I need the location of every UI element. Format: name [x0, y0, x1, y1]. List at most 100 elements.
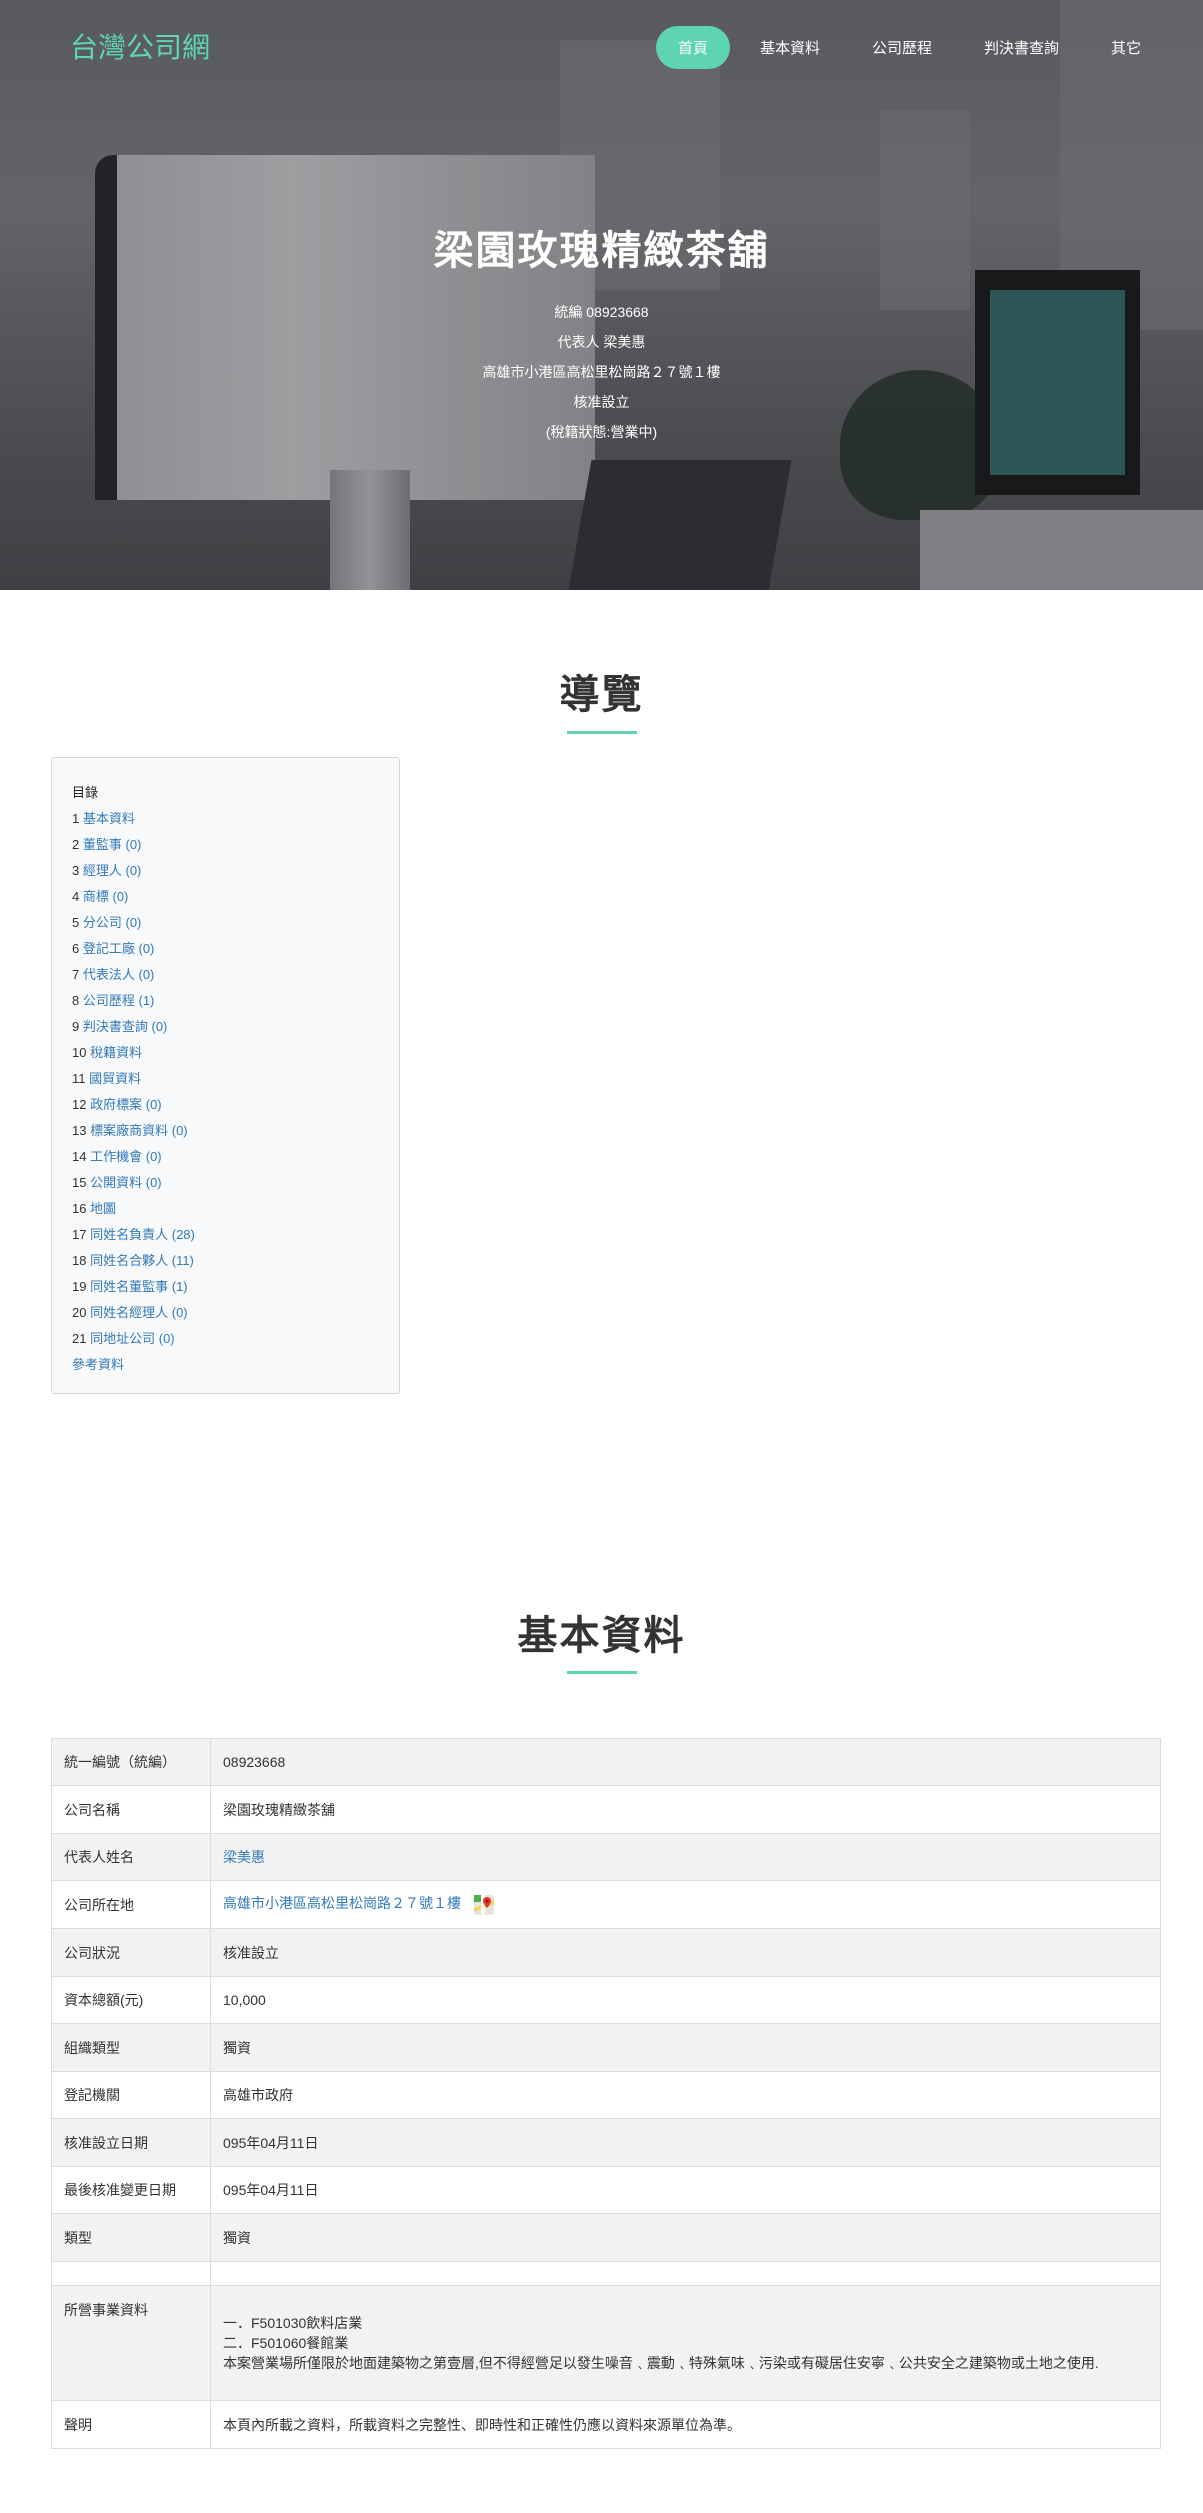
toc-item-label: 公開資料: [90, 1175, 143, 1190]
toc-item-label: 地圖: [90, 1201, 117, 1216]
toc-item: 13 標案廠商資料 (0): [72, 1118, 379, 1144]
company-title: 梁園玫瑰精緻茶舖: [433, 229, 770, 273]
row-key: 公司所在地: [51, 1880, 211, 1929]
toc-item-link[interactable]: 同姓名負責人 (28): [90, 1227, 195, 1242]
nav-company-history[interactable]: 公司歷程: [850, 26, 954, 69]
address-link[interactable]: 高雄市小港區高松里松崗路２７號１樓: [223, 1895, 461, 1911]
toc-item-link[interactable]: 公司歷程 (1): [83, 993, 155, 1008]
hero-tax-status: (稅籍狀態:營業中): [545, 424, 658, 440]
spacer-cell: [51, 2261, 211, 2286]
business-item: 一．F501030飲料店業: [223, 2315, 363, 2331]
nav-home[interactable]: 首頁: [655, 26, 730, 69]
site-brand[interactable]: 台灣公司網: [70, 26, 210, 66]
toc-item-number: 8: [72, 993, 80, 1008]
toc-item-link[interactable]: 同姓名經理人 (0): [90, 1305, 188, 1320]
table-row: 公司狀況 核准設立: [51, 1928, 1161, 1977]
toc-item-number: 10: [72, 1045, 87, 1060]
toc-item-link[interactable]: 稅籍資料: [90, 1045, 142, 1060]
toc-item-link[interactable]: 代表法人 (0): [83, 967, 155, 982]
row-key: 核准設立日期: [51, 2118, 211, 2167]
table-row: 最後核准變更日期 095年04月11日: [51, 2166, 1161, 2214]
toc-item-label: 同地址公司: [90, 1331, 156, 1346]
toc-item-number: 16: [72, 1201, 87, 1216]
toc-item: 5 分公司 (0): [72, 910, 379, 936]
toc-item-link[interactable]: 基本資料: [83, 811, 135, 826]
toc-item-link[interactable]: 同地址公司 (0): [90, 1331, 175, 1346]
toc-item-link[interactable]: 工作機會 (0): [90, 1149, 162, 1164]
toc-item: 18 同姓名合夥人 (11): [72, 1248, 379, 1274]
toc-item-label: 工作機會: [90, 1149, 143, 1164]
toc-item: 1 基本資料: [72, 806, 379, 832]
toc-item-count: (0): [145, 1097, 162, 1112]
toc-item-count: (0): [145, 1149, 162, 1164]
toc-item-link[interactable]: 標案廠商資料 (0): [90, 1123, 188, 1138]
row-value: 095年04月11日: [210, 2118, 1161, 2167]
row-key: 登記機關: [51, 2071, 211, 2119]
toc-item-link[interactable]: 登記工廠 (0): [83, 941, 155, 956]
toc-item-label: 分公司: [82, 915, 122, 930]
toc-item-link[interactable]: 經理人 (0): [83, 863, 142, 878]
row-key: 資本總額(元): [51, 1976, 211, 2024]
toc-item: 9 判決書查詢 (0): [72, 1014, 379, 1040]
toc-item-number: 15: [72, 1175, 87, 1190]
toc-item-label: 標案廠商資料: [90, 1123, 169, 1138]
hero-tax-id: 統編 08923668: [554, 304, 649, 320]
toc-item-link[interactable]: 政府標案 (0): [90, 1097, 162, 1112]
toc-item: 17 同姓名負責人 (28): [72, 1222, 379, 1248]
toc-item-number: 18: [72, 1253, 87, 1268]
toc-item: 3 經理人 (0): [72, 858, 379, 884]
business-note: 本案營業場所僅限於地面建築物之第壹層,但不得經營足以發生噪音﹑震動﹑特殊氣味﹑污…: [223, 2355, 1099, 2371]
table-row: 代表人姓名 梁美惠: [51, 1833, 1161, 1881]
hero-overlay: [0, 0, 1203, 590]
toc-reference-link[interactable]: 參考資料: [72, 1357, 124, 1372]
toc-item-link[interactable]: 地圖: [90, 1201, 116, 1216]
toc-item-count: (1): [138, 993, 155, 1008]
toc-item-number: 13: [72, 1123, 87, 1138]
toc-item-number: 4: [72, 889, 80, 904]
toc-item-link[interactable]: 董監事 (0): [83, 837, 142, 852]
row-key: 統一編號（統編）: [51, 1738, 211, 1786]
toc-item-link[interactable]: 商標 (0): [83, 889, 129, 904]
table-row: 公司所在地 高雄市小港區高松里松崗路２７號１樓: [51, 1880, 1161, 1929]
row-value: 獨資: [210, 2023, 1161, 2072]
nav-judgment-search[interactable]: 判決書查詢: [962, 26, 1081, 69]
toc-item-link[interactable]: 分公司 (0): [83, 915, 142, 930]
toc-item-count: (28): [171, 1227, 195, 1242]
table-row: 統一編號（統編） 08923668: [51, 1738, 1161, 1786]
toc-item-number: 20: [72, 1305, 87, 1320]
hero-status: 核准設立: [573, 394, 630, 410]
toc-item: 6 登記工廠 (0): [72, 936, 379, 962]
toc-item-count: (1): [171, 1279, 188, 1294]
section-title-basic: 基本資料: [517, 1614, 686, 1658]
toc-item-count: (0): [125, 915, 142, 930]
toc-item: 20 同姓名經理人 (0): [72, 1300, 379, 1326]
section-title-nav: 導覽: [559, 673, 644, 717]
representative-link[interactable]: 梁美惠: [223, 1849, 265, 1865]
toc-item-label: 政府標案: [90, 1097, 143, 1112]
toc-item-number: 14: [72, 1149, 87, 1164]
toc-item: 16 地圖: [72, 1196, 379, 1222]
toc-item-link[interactable]: 同姓名董監事 (1): [90, 1279, 188, 1294]
google-maps-icon[interactable]: [473, 1894, 495, 1916]
toc-item-link[interactable]: 判決書查詢 (0): [83, 1019, 168, 1034]
toc-item-number: 11: [72, 1071, 86, 1086]
toc-item: 7 代表法人 (0): [72, 962, 379, 988]
toc-item-link[interactable]: 公開資料 (0): [90, 1175, 162, 1190]
toc-item-count: (0): [138, 941, 155, 956]
row-value: 梁園玫瑰精緻茶舖: [210, 1785, 1161, 1834]
row-value: 核准設立: [210, 1928, 1161, 1977]
toc-item-count: (0): [171, 1123, 188, 1138]
toc-item: 19 同姓名董監事 (1): [72, 1274, 379, 1300]
row-key: 最後核准變更日期: [51, 2166, 211, 2214]
toc-item-link[interactable]: 國貿資料: [89, 1071, 141, 1086]
nav-basic-info[interactable]: 基本資料: [738, 26, 842, 69]
toc-item-count: (11): [171, 1253, 194, 1268]
toc-list: 1 基本資料 2 董監事 (0) 3 經理人 (0) 4 商標 (0) 5 分公司 (0…: [72, 806, 379, 1352]
nav-other[interactable]: 其它: [1089, 26, 1163, 69]
toc-item-count: (0): [112, 889, 129, 904]
row-key: 聲明: [51, 2400, 211, 2449]
toc-item-label: 經理人: [82, 863, 122, 878]
toc-item-number: 9: [72, 1019, 80, 1034]
table-row: 聲明 本頁內所載之資料，所載資料之完整性、即時性和正確性仍應以資料來源單位為準。: [51, 2400, 1161, 2449]
toc-item-link[interactable]: 同姓名合夥人 (11): [90, 1253, 194, 1268]
